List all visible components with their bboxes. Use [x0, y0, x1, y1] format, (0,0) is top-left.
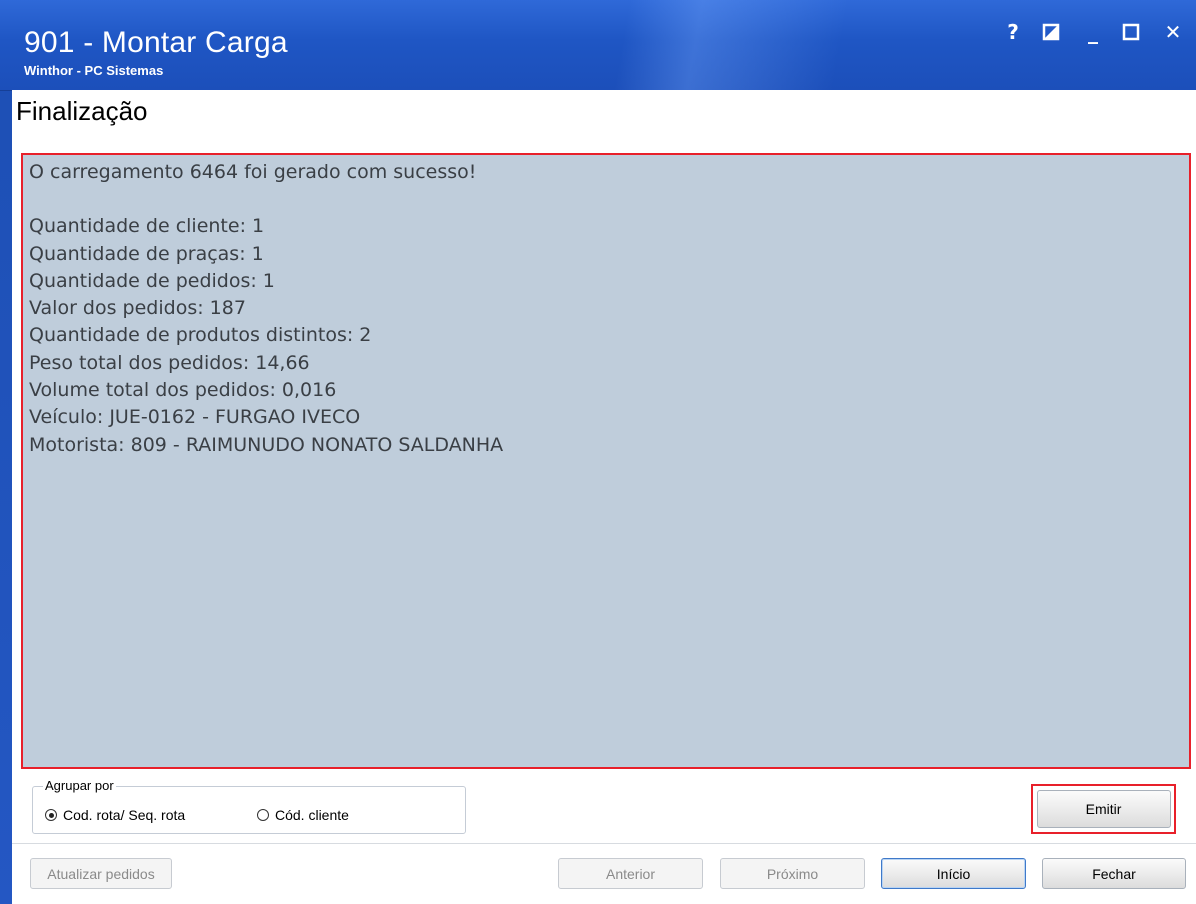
next-button[interactable]: Próximo	[720, 858, 865, 889]
radio-unselected-icon[interactable]	[257, 809, 269, 821]
radio-label: Cód. cliente	[275, 807, 349, 823]
minimize-button[interactable]: _	[1082, 22, 1104, 42]
emit-highlight: Emitir	[1031, 784, 1176, 834]
summary-spacer	[29, 186, 1183, 213]
summary-line: Quantidade de praças: 1	[29, 242, 264, 265]
radio-label: Cod. rota/ Seq. rota	[63, 807, 186, 823]
summary-line: Motorista: 809 - RAIMUNUDO NONATO SALDAN…	[29, 433, 504, 456]
app-window: 901 - Montar Carga Winthor - PC Sistemas…	[0, 0, 1196, 904]
maximize-button[interactable]	[1122, 23, 1144, 41]
window-controls: ? _ ✕	[1002, 22, 1184, 42]
summary-line: Veículo: JUE-0162 - FURGAO IVECO	[29, 406, 361, 429]
summary-headline: O carregamento 6464 foi gerado com suces…	[29, 161, 477, 183]
radio-selected-icon[interactable]	[45, 809, 57, 821]
summary-line: Quantidade de cliente: 1	[29, 215, 265, 238]
summary-line: Peso total dos pedidos: 14,66	[29, 351, 310, 374]
title-bar: 901 - Montar Carga Winthor - PC Sistemas…	[0, 0, 1196, 91]
start-button[interactable]: Início	[881, 858, 1026, 889]
close-button[interactable]: ✕	[1162, 22, 1184, 42]
footer-divider	[12, 843, 1196, 844]
close-wizard-button[interactable]: Fechar	[1042, 858, 1186, 889]
summary-line: Volume total dos pedidos: 0,016	[29, 379, 337, 402]
app-title: 901 - Montar Carga	[24, 26, 288, 59]
summary-line: Quantidade de produtos distintos: 2	[29, 324, 372, 347]
radio-route-sequence[interactable]: Cod. rota/ Seq. rota	[45, 807, 185, 823]
summary-memo[interactable]: O carregamento 6464 foi gerado com suces…	[21, 153, 1191, 769]
maximize-icon	[1122, 23, 1140, 41]
wizard-content: Finalização O carregamento 6464 foi gera…	[12, 90, 1196, 904]
help-button[interactable]: ?	[1002, 22, 1024, 42]
page-title: Finalização	[16, 96, 148, 126]
previous-button[interactable]: Anterior	[558, 858, 703, 889]
group-by-box: Agrupar por Cod. rota/ Seq. rota Cód. cl…	[32, 778, 466, 834]
group-by-legend: Agrupar por	[43, 778, 116, 793]
restore-button[interactable]	[1042, 23, 1064, 41]
restore-icon	[1042, 23, 1060, 41]
app-subtitle: Winthor - PC Sistemas	[24, 63, 164, 78]
summary-line: Valor dos pedidos: 187	[29, 297, 246, 320]
emit-button[interactable]: Emitir	[1036, 790, 1171, 828]
summary-line: Quantidade de pedidos: 1	[29, 269, 275, 292]
radio-client-code[interactable]: Cód. cliente	[257, 807, 349, 823]
refresh-orders-button[interactable]: Atualizar pedidos	[30, 858, 172, 889]
